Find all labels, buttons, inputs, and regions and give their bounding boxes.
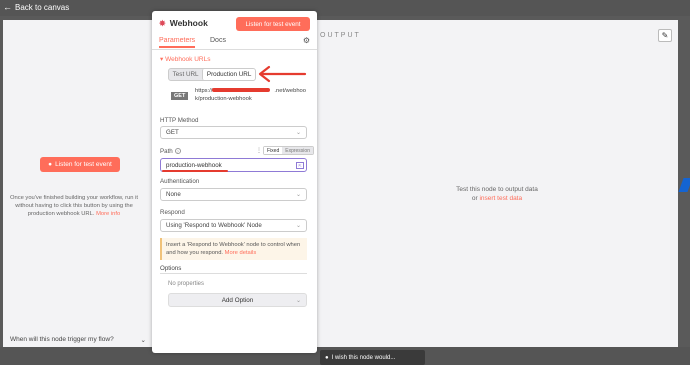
edit-output-button[interactable]: ✎ bbox=[658, 29, 672, 42]
lightbulb-icon: ● bbox=[325, 354, 329, 361]
output-message: Test this node to output data or insert … bbox=[456, 186, 538, 202]
path-mode-toggle: Fixed Expression bbox=[263, 146, 314, 155]
http-method-label: HTTP Method bbox=[160, 117, 199, 124]
chevron-down-icon: ⌄ bbox=[295, 223, 301, 229]
add-option-button[interactable]: Add Option ⌄ bbox=[168, 293, 307, 307]
fixed-mode-option[interactable]: Fixed bbox=[264, 147, 283, 154]
path-annotation-underline bbox=[162, 170, 228, 172]
output-panel: OUTPUT ✎ Test this node to output data o… bbox=[316, 20, 678, 347]
canvas-edge-mark bbox=[678, 178, 690, 192]
listen-for-test-event-button-left[interactable]: ● Listen for test event bbox=[40, 157, 120, 172]
pencil-icon: ✎ bbox=[661, 31, 669, 40]
webhook-icon: ✸ bbox=[159, 18, 166, 28]
tab-docs[interactable]: Docs bbox=[210, 37, 226, 44]
more-details-link[interactable]: More details bbox=[225, 250, 257, 256]
node-header: ✸ Webhook Listen for test event bbox=[152, 11, 317, 33]
respond-label: Respond bbox=[160, 209, 185, 216]
node-settings-panel: ✸ Webhook Listen for test event Paramete… bbox=[152, 11, 317, 353]
path-label: Path? bbox=[160, 148, 181, 155]
arrow-left-icon: ← bbox=[3, 2, 12, 12]
tab-parameters[interactable]: Parameters bbox=[159, 37, 196, 48]
input-panel: ● Listen for test event Once you've fini… bbox=[3, 20, 148, 347]
http-method-select[interactable]: GET ⌄ bbox=[160, 126, 307, 139]
webhook-urls-toggle[interactable]: ▾ Webhook URLs bbox=[160, 55, 210, 63]
drag-handle-icon[interactable]: ⋮ bbox=[256, 147, 262, 154]
output-title: OUTPUT bbox=[320, 32, 361, 39]
caret-down-icon: ▾ bbox=[160, 56, 164, 63]
chevron-down-icon: ⌄ bbox=[295, 192, 301, 198]
node-title: ✸ Webhook bbox=[159, 18, 208, 28]
test-url-option[interactable]: Test URL bbox=[169, 69, 202, 80]
url-type-toggle: Test URL Production URL bbox=[168, 68, 256, 81]
top-bar: ← Back to canvas bbox=[0, 0, 690, 16]
method-badge: GET bbox=[171, 92, 189, 100]
chevron-down-icon: ⌄ bbox=[140, 337, 146, 344]
options-divider bbox=[160, 273, 307, 274]
node-tabs: Parameters Docs ⚙ bbox=[152, 36, 317, 50]
options-label: Options bbox=[160, 265, 182, 272]
authentication-select[interactable]: None ⌄ bbox=[160, 188, 307, 201]
back-label: Back to canvas bbox=[15, 2, 70, 12]
chevron-down-icon: ⌄ bbox=[295, 130, 301, 136]
respond-select[interactable]: Using 'Respond to Webhook' Node ⌄ bbox=[160, 219, 307, 232]
chevron-down-icon: ⌄ bbox=[295, 298, 301, 304]
authentication-label: Authentication bbox=[160, 178, 200, 185]
no-properties-text: No properties bbox=[168, 281, 205, 287]
feedback-button[interactable]: ● I wish this node would... bbox=[320, 350, 425, 365]
gear-icon[interactable]: ⚙ bbox=[303, 36, 310, 45]
back-to-canvas-button[interactable]: ← Back to canvas bbox=[3, 2, 69, 12]
expression-mode-option[interactable]: Expression bbox=[282, 147, 313, 154]
expand-icon[interactable]: ⇱ bbox=[296, 162, 304, 169]
production-url-option[interactable]: Production URL bbox=[202, 69, 255, 80]
help-icon[interactable]: ? bbox=[174, 148, 181, 154]
input-description: Once you've finished building your workf… bbox=[9, 195, 139, 217]
respond-notice: Insert a 'Respond to Webhook' node to co… bbox=[160, 238, 307, 260]
listen-for-test-event-button[interactable]: Listen for test event bbox=[236, 17, 310, 31]
annotation-arrow bbox=[258, 65, 307, 83]
more-info-link[interactable]: More info bbox=[96, 211, 120, 217]
insert-test-data-link[interactable]: insert test data bbox=[479, 195, 522, 202]
trigger-question[interactable]: When will this node trigger my flow? ⌄ bbox=[10, 336, 146, 344]
listen-icon: ● bbox=[48, 161, 53, 168]
url-redaction bbox=[212, 88, 270, 92]
